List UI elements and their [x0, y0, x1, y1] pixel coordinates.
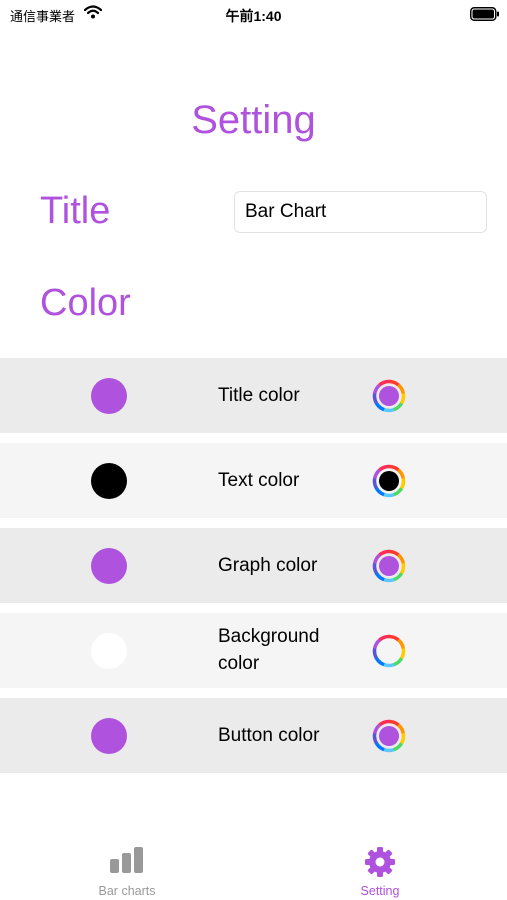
color-row-label: Background color [218, 626, 320, 674]
status-bar: 通信事業者 午前1:40 [0, 0, 507, 28]
tab-setting[interactable]: Setting [300, 840, 460, 900]
gear-icon [364, 846, 396, 883]
color-heading: Color [40, 282, 131, 324]
color-swatch [91, 548, 127, 584]
color-picker-well[interactable] [372, 634, 406, 668]
tab-bar: Bar charts Setting [0, 840, 507, 900]
color-wheel-icon [372, 464, 406, 498]
color-wheel-icon [372, 549, 406, 583]
chart-title-input[interactable] [234, 191, 487, 233]
color-swatch [91, 633, 127, 669]
color-row-label: Graph color [218, 555, 318, 576]
color-row: Button color [0, 698, 507, 773]
color-wheel-icon [372, 379, 406, 413]
color-swatch [91, 378, 127, 414]
color-row-label: Title color [218, 385, 300, 406]
battery-icon [470, 7, 500, 26]
color-picker-well[interactable] [372, 719, 406, 753]
color-swatch [91, 718, 127, 754]
color-row: Graph color [0, 528, 507, 603]
color-swatch [91, 463, 127, 499]
color-wheel-icon [372, 719, 406, 753]
page-title: Setting [191, 98, 316, 142]
color-row: Background color [0, 613, 507, 688]
color-wheel-icon [372, 634, 406, 668]
tab-label: Setting [360, 884, 400, 898]
color-picker-well[interactable] [372, 379, 406, 413]
color-picker-well[interactable] [372, 464, 406, 498]
color-row: Title color [0, 358, 507, 433]
status-time: 午前1:40 [225, 8, 282, 24]
tab-label: Bar charts [98, 884, 156, 898]
color-row-label: Button color [218, 725, 320, 746]
color-row-label: Text color [218, 470, 300, 491]
color-row: Text color [0, 443, 507, 518]
title-label: Title [40, 190, 111, 232]
color-picker-well[interactable] [372, 549, 406, 583]
bar-chart-icon [109, 846, 145, 879]
tab-bar-charts[interactable]: Bar charts [47, 840, 207, 900]
